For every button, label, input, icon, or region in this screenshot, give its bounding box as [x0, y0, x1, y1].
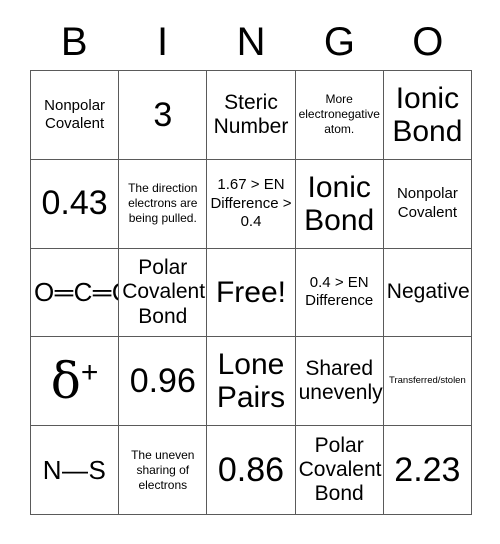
- bingo-cell-r3c1[interactable]: O═C═O: [31, 248, 120, 338]
- bingo-cell-r3c5[interactable]: Negative: [383, 248, 472, 338]
- bingo-cell-r3c4[interactable]: 0.4 > EN Difference: [295, 248, 384, 338]
- bingo-cell-text: More electronegative atom.: [298, 92, 380, 137]
- bingo-grid: Nonpolar Covalent 3 Steric Number More e…: [30, 70, 472, 515]
- bingo-cell-r3c2[interactable]: Polar Covalent Bond: [119, 248, 208, 338]
- bingo-cell-r4c5[interactable]: Transferred/stolen: [383, 337, 472, 427]
- bingo-cell-r1c5[interactable]: Ionic Bond: [383, 71, 472, 160]
- bingo-cell-text: The uneven sharing of electrons: [131, 447, 195, 492]
- bingo-cell-r1c3[interactable]: Steric Number: [207, 71, 296, 160]
- bingo-cell-text: Negative: [386, 280, 470, 304]
- bingo-cell-r5c1[interactable]: N—S: [31, 426, 120, 515]
- bingo-cell-text: O═C═O: [34, 277, 118, 308]
- bingo-cell-text: Free!: [215, 275, 286, 309]
- bingo-cell-text: 0.96: [129, 361, 196, 400]
- bingo-cell-r1c1[interactable]: Nonpolar Covalent: [31, 71, 120, 160]
- bingo-cell-r5c2[interactable]: The uneven sharing of electrons: [119, 426, 208, 515]
- bingo-cell-r1c2[interactable]: 3: [119, 71, 208, 160]
- bingo-cell-text: 2.23: [394, 450, 461, 489]
- bingo-cell-text: δ+: [50, 352, 99, 411]
- bingo-cell-r4c4[interactable]: Shared unevenly: [295, 337, 384, 427]
- bingo-cell-text: N—S: [42, 454, 107, 485]
- bingo-cell-text: 1.67 > EN Difference > 0.4: [210, 176, 292, 230]
- bingo-cell-text: Lone Pairs: [216, 348, 286, 415]
- bingo-cell-r2c2[interactable]: The direction electrons are being pulled…: [119, 159, 208, 249]
- bingo-letter-o: O: [412, 20, 444, 64]
- bingo-cell-free-space[interactable]: Free!: [207, 248, 296, 338]
- bingo-cell-text: 0.43: [41, 184, 108, 223]
- bingo-cell-r2c4[interactable]: Ionic Bond: [295, 159, 384, 249]
- bingo-cell-text: The direction electrons are being pulled…: [128, 181, 198, 226]
- bingo-cell-r4c2[interactable]: 0.96: [119, 337, 208, 427]
- bingo-cell-text: Nonpolar Covalent: [44, 96, 106, 132]
- bingo-cell-r5c4[interactable]: Polar Covalent Bond: [295, 426, 384, 515]
- bingo-cell-text: Polar Covalent Bond: [122, 256, 206, 328]
- bingo-cell-text: Nonpolar Covalent: [396, 185, 458, 221]
- bingo-cell-text: Polar Covalent Bond: [298, 433, 382, 506]
- bingo-cell-r4c1[interactable]: δ+: [31, 337, 120, 427]
- bingo-cell-text: Ionic Bond: [304, 170, 375, 237]
- bingo-cell-text: Transferred/stolen: [389, 375, 466, 387]
- bingo-letter-i: I: [157, 20, 169, 64]
- bingo-cell-r1c4[interactable]: More electronegative atom.: [295, 71, 384, 160]
- bingo-cell-r4c3[interactable]: Lone Pairs: [207, 337, 296, 427]
- bingo-cell-r2c3[interactable]: 1.67 > EN Difference > 0.4: [207, 159, 296, 249]
- bingo-cell-text: 0.86: [217, 450, 285, 489]
- bingo-card: B I N G O Nonpolar Covalent 3 Steric Num…: [0, 0, 500, 544]
- bingo-cell-text: Steric Number: [213, 90, 289, 138]
- bingo-letter-g: G: [323, 20, 355, 64]
- bingo-cell-r5c5[interactable]: 2.23: [383, 426, 472, 515]
- bingo-letter-b: B: [60, 20, 88, 64]
- bingo-cell-r2c1[interactable]: 0.43: [31, 159, 120, 249]
- bingo-letter-n: N: [236, 20, 266, 64]
- bingo-cell-text: Shared unevenly: [298, 357, 383, 405]
- bingo-cell-text: Ionic Bond: [392, 81, 463, 148]
- bingo-cell-r5c3[interactable]: 0.86: [207, 426, 296, 515]
- bingo-cell-text: 0.4 > EN Difference: [305, 274, 374, 310]
- bingo-cell-r2c5[interactable]: Nonpolar Covalent: [383, 159, 472, 249]
- bingo-cell-text: 3: [153, 95, 173, 134]
- bingo-header: B I N G O: [30, 14, 472, 70]
